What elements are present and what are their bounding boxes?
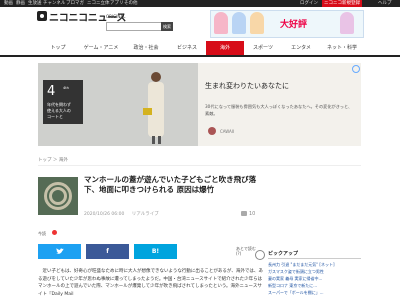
login-link[interactable]: ログイン (300, 0, 318, 7)
top-utility-bar: 動画 静画 生放送 チャンネル ブロマガ ニコニ立体 アプリ その他 ログイン … (0, 0, 400, 7)
help-link[interactable]: ヘルプ (378, 0, 392, 7)
banner-character-icon (232, 12, 246, 34)
nav-item-business[interactable]: ビジネス (168, 41, 206, 55)
ad-panel-text: 年代を問わず 使える大人の コートと (47, 102, 71, 120)
comment-icon[interactable] (241, 211, 247, 216)
breadcrumb[interactable]: トップ ＞ 海外 (38, 157, 68, 163)
article-body: 近い子どもは、好奇心が旺盛なために時に大人が想像できないような行動に出ることがあ… (38, 269, 263, 297)
article-thumbnail[interactable] (38, 177, 78, 215)
pickup-item[interactable]: ガスマスク姿で街頭に立つ男性 (268, 269, 361, 274)
pickup-heading: ピックアップ (268, 251, 299, 257)
ad-dark-panel: 4 4th 年代を問わず 使える大人の コートと (43, 80, 83, 124)
ad-model-figure (143, 72, 164, 144)
topbar-link[interactable]: アプリ (110, 0, 124, 7)
pickup-item[interactable]: 新型コロナ 東京で新たに... (268, 283, 361, 288)
original-label: ORIGINAL (106, 14, 126, 19)
read-later-label: あとで読む (?) (236, 246, 256, 256)
twitter-icon (55, 248, 64, 254)
topbar-link[interactable]: ブロマガ (66, 0, 84, 7)
topbar-link[interactable]: チャンネル (43, 0, 65, 7)
article-meta: 2020/10/26 06:00 リアルライブ (84, 211, 159, 217)
banner-text: 大好評 (280, 20, 308, 30)
topbar-link[interactable]: 動画 (4, 0, 13, 7)
article-title: マンホールの蓋が遊んでいた子どもごと吹き飛び落下、地面に叩きつけられる 原因は爆… (84, 175, 257, 194)
niconico-logo-icon[interactable] (37, 11, 47, 21)
hatena-bookmark-button[interactable]: B! (134, 244, 177, 259)
ad-brand-icon (208, 127, 216, 135)
nav-item-net-science[interactable]: ネット・科学 (320, 41, 364, 55)
topbar-link[interactable]: ニコニ立体 (87, 0, 110, 7)
ad-info-icon[interactable] (352, 65, 360, 73)
ad-panel-line: コートと (47, 114, 63, 119)
facebook-share-button[interactable]: f (86, 244, 129, 259)
topbar-link[interactable]: その他 (124, 0, 138, 7)
nav-item-politics[interactable]: 政治・社会 (124, 41, 168, 55)
pickup-item[interactable]: スーパーで「ボールを棚に」... (268, 290, 361, 295)
banner-character-icon (340, 12, 354, 34)
nav-item-entertainment[interactable]: エンタメ (282, 41, 320, 55)
manhole-ring (49, 187, 67, 205)
ad-body: 30代になって服装も雰囲気も大人っぽくなったあなたへ。その変化がきっと、素敵。 (205, 104, 353, 116)
ad-headline: 生まれ変わりたいあなたに (205, 82, 289, 90)
twitter-share-button[interactable] (38, 244, 81, 259)
banner-character-icon (214, 12, 228, 34)
facebook-icon: f (106, 248, 109, 255)
article-date: 2020/10/26 06:00 (84, 212, 125, 217)
hatena-icon: B! (151, 248, 160, 255)
search-input[interactable] (106, 22, 161, 31)
pickup-item[interactable]: 長州力 引退 "まだまだ元気" [ネット] (268, 262, 361, 267)
article-source[interactable]: リアルライブ (132, 212, 159, 217)
divider (38, 165, 361, 166)
comment-count[interactable]: 10 (249, 211, 255, 217)
search-button[interactable]: 検索 (161, 22, 173, 31)
category-nav: トップ ゲーム・アニメ 政治・社会 ビジネス 海外 スポーツ エンタメ ネット・… (0, 41, 400, 57)
nav-item-sports[interactable]: スポーツ (244, 41, 282, 55)
topbar-link[interactable]: 静画 (16, 0, 25, 7)
ad-number-label: 4th (63, 86, 69, 90)
register-link[interactable]: ニコニコ新規登録 (322, 0, 362, 7)
banner-character-icon (250, 12, 264, 34)
bookmark-label: 今読 (38, 231, 46, 236)
ad-number: 4 (47, 84, 56, 99)
topbar-link[interactable]: 生放送 (28, 0, 42, 7)
ad-brand: CAWAII (220, 129, 235, 134)
bookmark-badge-icon (52, 230, 57, 235)
pickup-divider (268, 258, 361, 259)
nav-item-overseas[interactable]: 海外 (206, 41, 244, 55)
nav-item-top[interactable]: トップ (38, 41, 78, 55)
nav-item-game-anime[interactable]: ゲーム・アニメ (78, 41, 124, 55)
read-later-toggle[interactable] (255, 250, 265, 260)
pickup-item[interactable]: 妻の実家 義母 実家に帰省中... (268, 276, 361, 281)
